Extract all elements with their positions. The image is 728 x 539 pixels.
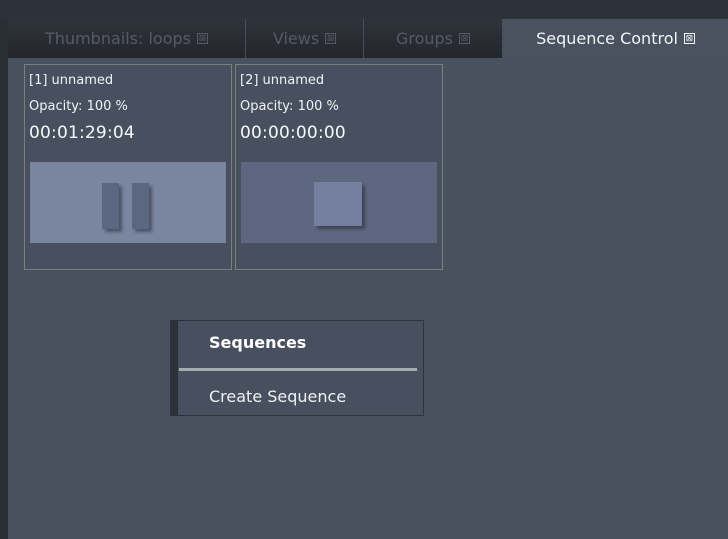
close-box-icon[interactable]: ⊠ bbox=[325, 33, 337, 44]
context-menu: Sequences Create Sequence bbox=[170, 320, 424, 416]
tab-label: Thumbnails: loops bbox=[45, 29, 191, 48]
sequence-timecode: 00:01:29:04 bbox=[29, 123, 135, 143]
pause-bar-left bbox=[102, 183, 119, 229]
menu-stripe bbox=[171, 321, 178, 415]
sequence-preview[interactable] bbox=[241, 162, 437, 243]
tab-label: Groups bbox=[395, 29, 454, 48]
close-box-icon[interactable]: ⊠ bbox=[683, 33, 695, 44]
tab-thumbnails-loops[interactable]: Thumbnails: loops ⊠ bbox=[8, 19, 246, 58]
app-frame: Thumbnails: loops ⊠ Views ⊠ Groups ⊠ Seq… bbox=[0, 0, 728, 539]
tab-sequence-control[interactable]: Sequence Control ⊠ bbox=[503, 19, 728, 58]
sequence-opacity: Opacity: 100 % bbox=[29, 99, 128, 114]
menu-header: Sequences bbox=[209, 333, 307, 352]
tab-label: Views bbox=[272, 29, 320, 48]
pause-bar-right bbox=[132, 183, 149, 229]
tab-groups[interactable]: Groups ⊠ bbox=[364, 19, 503, 58]
left-edge bbox=[0, 19, 8, 539]
menu-separator bbox=[179, 368, 417, 371]
sequence-name: [2] unnamed bbox=[240, 73, 325, 88]
sequence-control-panel: [1] unnamed Opacity: 100 % 00:01:29:04 [… bbox=[8, 58, 728, 539]
sequence-opacity: Opacity: 100 % bbox=[240, 99, 339, 114]
create-sequence-menu-item[interactable]: Create Sequence bbox=[209, 387, 346, 406]
sequence-timecode: 00:00:00:00 bbox=[240, 123, 346, 143]
tab-views[interactable]: Views ⊠ bbox=[246, 19, 364, 58]
tab-bar: Thumbnails: loops ⊠ Views ⊠ Groups ⊠ Seq… bbox=[8, 19, 728, 58]
close-box-icon[interactable]: ⊠ bbox=[196, 33, 208, 44]
tab-label: Sequence Control bbox=[536, 29, 678, 48]
sequence-name: [1] unnamed bbox=[29, 73, 114, 88]
stop-icon bbox=[314, 182, 362, 226]
sequence-card[interactable]: [1] unnamed Opacity: 100 % 00:01:29:04 bbox=[24, 64, 232, 270]
sequence-card[interactable]: [2] unnamed Opacity: 100 % 00:00:00:00 bbox=[235, 64, 443, 270]
close-box-icon[interactable]: ⊠ bbox=[459, 33, 471, 44]
sequence-preview[interactable] bbox=[30, 162, 226, 243]
